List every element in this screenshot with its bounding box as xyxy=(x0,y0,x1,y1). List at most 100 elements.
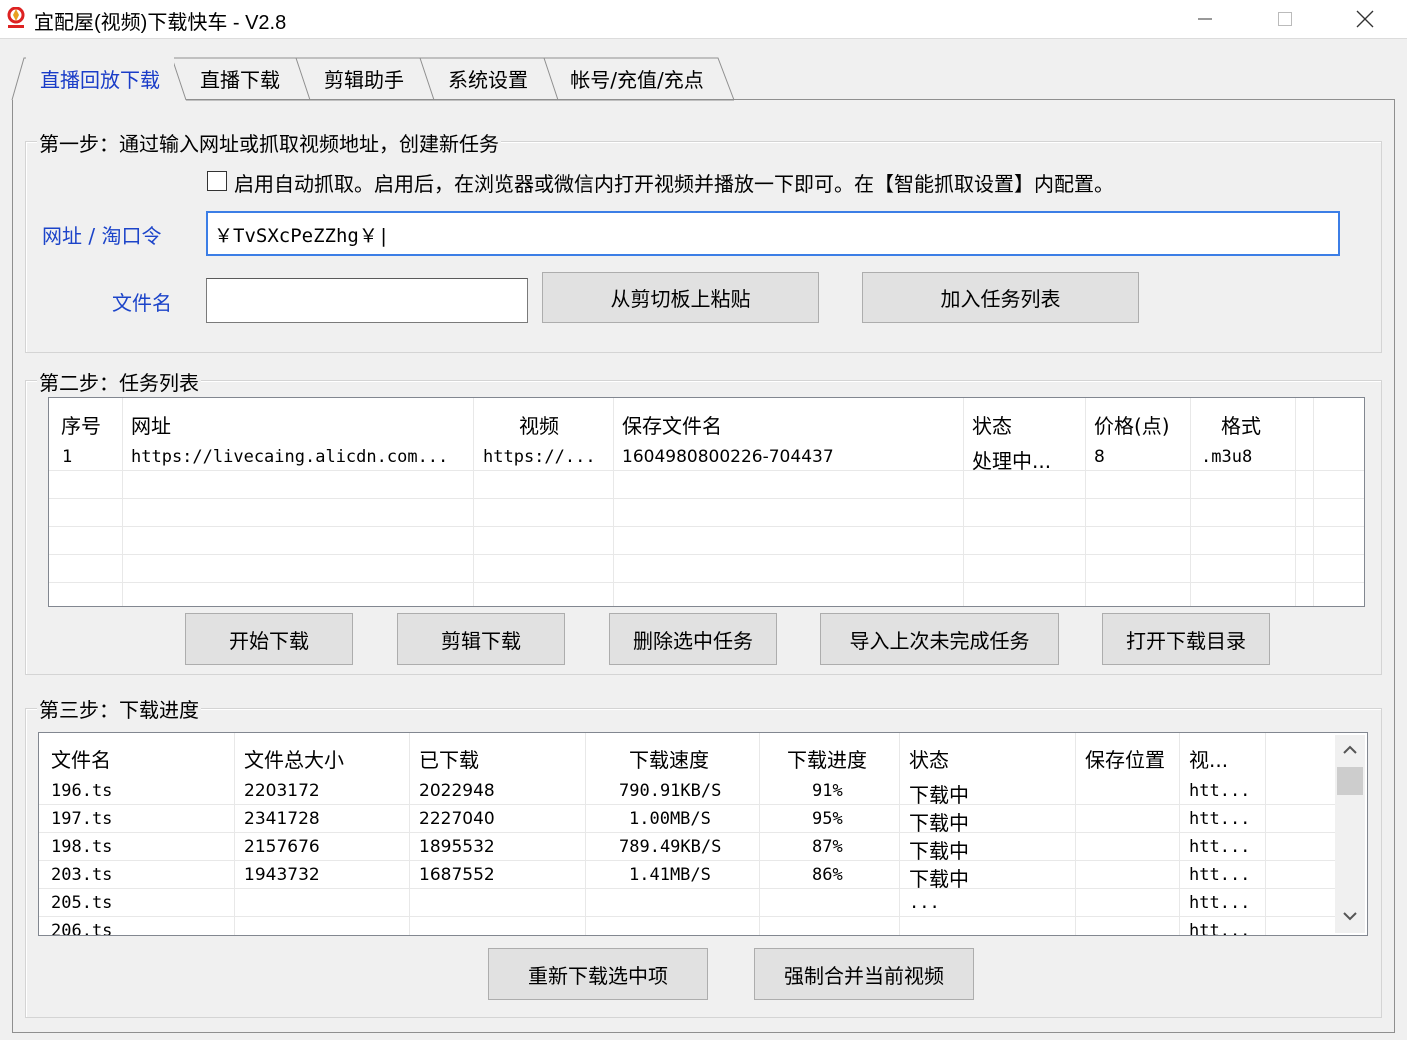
col-divider xyxy=(1179,733,1180,935)
column-header[interactable]: 状态 xyxy=(909,744,949,773)
column-header[interactable]: 视频 xyxy=(519,410,559,439)
minimize-button[interactable] xyxy=(1165,0,1245,38)
progress-cell-filename: 205.ts xyxy=(51,893,113,913)
col-divider xyxy=(473,398,474,606)
minimize-icon xyxy=(1198,18,1212,20)
col-divider xyxy=(759,733,760,935)
tab-label: 帐号/充值/充点 xyxy=(570,67,704,92)
progress-cell-downloaded: 2227040 xyxy=(419,809,495,829)
delete-selected-task-button[interactable]: 删除选中任务 xyxy=(609,613,777,665)
clip-download-button[interactable]: 剪辑下载 xyxy=(397,613,565,665)
column-header[interactable]: 网址 xyxy=(131,410,171,439)
auto-capture-checkbox[interactable] xyxy=(207,171,227,191)
auto-capture-label: 启用自动抓取。启用后，在浏览器或微信内打开视频并播放一下即可。在【智能抓取设置】… xyxy=(234,172,1114,196)
col-divider xyxy=(963,398,964,606)
progress-cell-downloaded: 1895532 xyxy=(419,837,495,857)
tab-label: 剪辑助手 xyxy=(324,67,404,92)
row-divider xyxy=(49,554,1364,555)
col-divider xyxy=(122,398,123,606)
col-divider xyxy=(1190,398,1191,606)
filename-label: 文件名 xyxy=(112,291,172,315)
row-divider xyxy=(39,804,1335,805)
col-divider xyxy=(1313,398,1314,606)
tab-label: 直播下载 xyxy=(200,67,280,92)
progress-cell-video: htt... xyxy=(1189,837,1251,857)
scroll-up-icon[interactable] xyxy=(1342,743,1358,755)
column-header[interactable]: 序号 xyxy=(61,410,101,439)
url-input[interactable]: ￥TvSXcPeZZhg￥| xyxy=(206,211,1340,256)
tab-live-download[interactable]: 直播下载 xyxy=(180,56,300,100)
column-header[interactable]: 价格(点) xyxy=(1094,410,1170,439)
column-header[interactable]: 保存位置 xyxy=(1085,744,1165,773)
column-header[interactable]: 状态 xyxy=(972,410,1012,439)
task-cell-format: .m3u8 xyxy=(1201,447,1253,467)
task-cell-index: 1 xyxy=(62,447,73,467)
progress-cell-total-size: 1943732 xyxy=(244,865,320,885)
filename-input[interactable] xyxy=(206,278,528,323)
window-edge xyxy=(1407,38,1411,1040)
force-merge-video-button[interactable]: 强制合并当前视频 xyxy=(754,948,974,1000)
progress-cell-video: htt... xyxy=(1189,865,1251,885)
vertical-scrollbar[interactable] xyxy=(1335,735,1365,933)
col-divider xyxy=(585,733,586,935)
download-progress-table[interactable]: 文件名 文件总大小 已下载 下载速度 下载进度 状态 保存位置 视... 196… xyxy=(38,732,1368,936)
progress-cell-status: 下载中 xyxy=(909,811,969,835)
row-divider xyxy=(49,582,1364,583)
column-header[interactable]: 格式 xyxy=(1221,410,1261,439)
task-cell-url: https://livecaing.alicdn.com... xyxy=(131,447,449,467)
progress-cell-speed: 790.91KB/S xyxy=(619,781,722,801)
column-header[interactable]: 文件总大小 xyxy=(244,744,344,773)
column-header[interactable]: 视... xyxy=(1189,744,1228,773)
maximize-button[interactable] xyxy=(1245,0,1325,38)
progress-cell-video: htt... xyxy=(1189,809,1251,829)
col-divider xyxy=(613,398,614,606)
col-divider xyxy=(1265,733,1266,935)
col-divider xyxy=(1295,398,1296,606)
column-header[interactable]: 保存文件名 xyxy=(622,410,722,439)
step1-title: 第一步：通过输入网址或抓取视频地址，创建新任务 xyxy=(37,128,501,157)
add-to-task-list-button[interactable]: 加入任务列表 xyxy=(862,272,1139,323)
tab-account-recharge[interactable]: 帐号/充值/充点 xyxy=(552,56,722,100)
row-divider xyxy=(39,916,1335,917)
title-bar: 宜配屋(视频)下载快车 - V2.8 xyxy=(0,0,1411,39)
paste-from-clipboard-button[interactable]: 从剪切板上粘贴 xyxy=(542,272,819,323)
progress-cell-downloaded: 2022948 xyxy=(419,781,495,801)
progress-cell-status: 下载中 xyxy=(909,839,969,863)
tab-edit-assistant[interactable]: 剪辑助手 xyxy=(304,56,424,100)
progress-cell-speed: 1.00MB/S xyxy=(629,809,711,829)
col-divider xyxy=(234,733,235,935)
tab-system-settings[interactable]: 系统设置 xyxy=(428,56,548,100)
progress-cell-total-size: 2341728 xyxy=(244,809,320,829)
progress-cell-downloaded: 1687552 xyxy=(419,865,495,885)
tab-live-replay-download[interactable]: 直播回放下载 xyxy=(26,56,174,100)
scroll-down-icon[interactable] xyxy=(1342,911,1358,923)
progress-cell-percent: 95% xyxy=(812,809,843,829)
column-header[interactable]: 下载速度 xyxy=(629,744,709,773)
step2-title: 第二步：任务列表 xyxy=(37,367,201,396)
task-list-table[interactable]: 序号 网址 视频 保存文件名 状态 价格(点) 格式 1 https://liv… xyxy=(48,397,1365,607)
col-divider xyxy=(409,733,410,935)
progress-cell-filename: 206.ts xyxy=(51,921,113,936)
tab-label: 系统设置 xyxy=(448,67,528,92)
scrollbar-thumb[interactable] xyxy=(1337,767,1363,795)
maximize-icon xyxy=(1278,12,1292,26)
progress-cell-filename: 198.ts xyxy=(51,837,113,857)
import-unfinished-tasks-button[interactable]: 导入上次未完成任务 xyxy=(820,613,1059,665)
column-header[interactable]: 下载进度 xyxy=(787,744,867,773)
progress-cell-filename: 203.ts xyxy=(51,865,113,885)
col-divider xyxy=(1085,398,1086,606)
app-logo-icon xyxy=(7,7,25,28)
start-download-button[interactable]: 开始下载 xyxy=(185,613,353,665)
col-divider xyxy=(1075,733,1076,935)
task-cell-video: https://... xyxy=(483,447,596,467)
open-download-folder-button[interactable]: 打开下载目录 xyxy=(1102,613,1270,665)
task-cell-status: 处理中... xyxy=(972,449,1052,473)
column-header[interactable]: 文件名 xyxy=(51,744,111,773)
step3-title: 第三步：下载进度 xyxy=(37,694,201,723)
progress-cell-percent: 91% xyxy=(812,781,843,801)
progress-cell-percent: 86% xyxy=(812,865,843,885)
close-button[interactable] xyxy=(1325,0,1405,38)
column-header[interactable]: 已下载 xyxy=(419,744,479,773)
progress-cell-filename: 196.ts xyxy=(51,781,113,801)
redownload-selected-button[interactable]: 重新下载选中项 xyxy=(488,948,708,1000)
